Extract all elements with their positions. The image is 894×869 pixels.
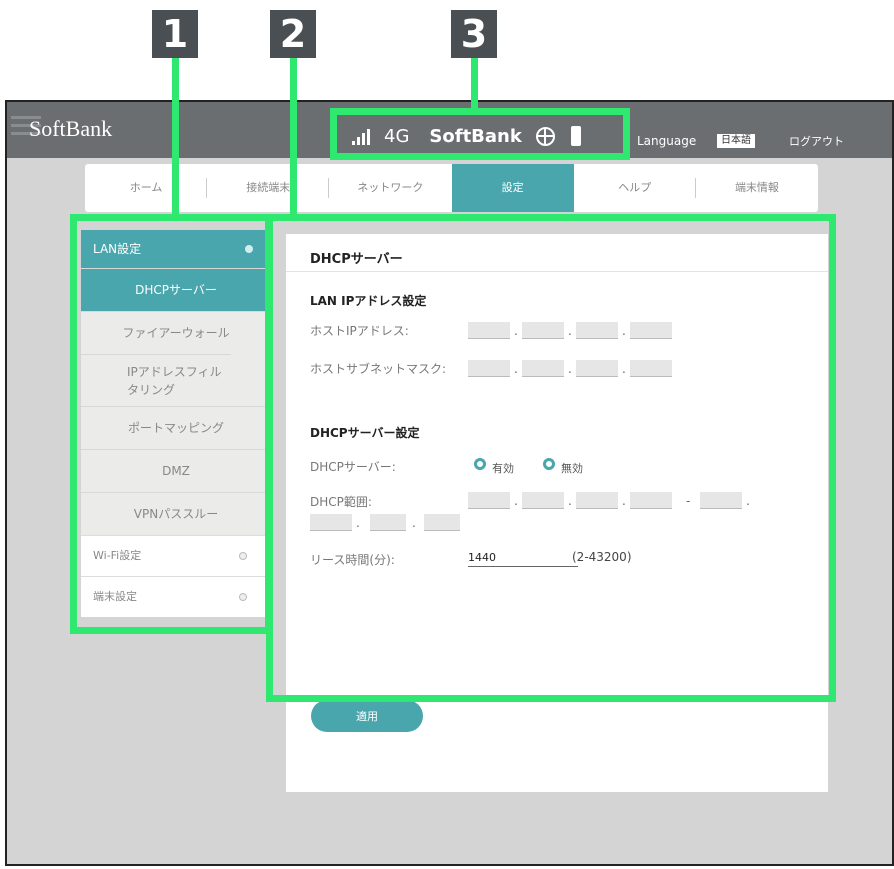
callout-3: 3 — [451, 10, 497, 58]
apply-button[interactable]: 適用 — [311, 700, 423, 732]
tab-network[interactable]: ネットワーク — [329, 164, 451, 212]
highlight-frame-sidebar — [70, 214, 272, 634]
callout-1-line — [172, 58, 179, 218]
softbank-logo: SoftBank — [29, 116, 113, 141]
language-label: Language — [637, 134, 697, 148]
main-nav: ホーム 接続端末 ネットワーク 設定 ヘルプ 端末情報 — [85, 164, 818, 212]
callout-2: 2 — [270, 10, 316, 58]
callout-3-line — [471, 58, 478, 110]
tab-help[interactable]: ヘルプ — [574, 164, 697, 212]
callout-1: 1 — [152, 10, 198, 58]
tab-home[interactable]: ホーム — [85, 164, 208, 212]
tab-settings[interactable]: 設定 — [451, 164, 574, 212]
tab-device-info[interactable]: 端末情報 — [696, 164, 818, 212]
highlight-frame-content — [266, 214, 836, 702]
logout-link[interactable]: ログアウト — [789, 133, 844, 149]
callout-2-line — [290, 58, 297, 218]
tab-connected-devices[interactable]: 接続端末 — [207, 164, 330, 212]
language-select[interactable]: 日本語 — [717, 134, 755, 148]
highlight-frame-status — [330, 108, 630, 160]
